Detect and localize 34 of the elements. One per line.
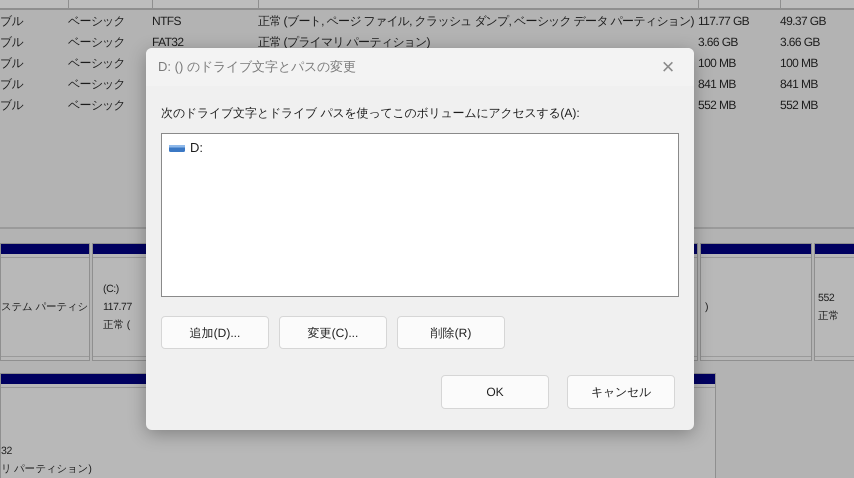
- table-cell: ベーシック: [68, 76, 126, 90]
- partition-text: (C:): [103, 282, 119, 297]
- partition-text: 117.77: [103, 300, 132, 315]
- partition-text: 552: [818, 291, 834, 306]
- table-cell: 正常 (ブート, ページ ファイル, クラッシュ ダンプ, ベーシック データ パーティション): [258, 14, 694, 28]
- table-cell: 552 MB: [780, 98, 818, 112]
- partition-text: 32: [1, 444, 12, 459]
- partition-text: 正常: [818, 309, 840, 324]
- table-cell: 100 MB: [698, 56, 736, 70]
- list-label: 次のドライブ文字とドライブ パスを使ってこのボリュームにアクセスする(A):: [161, 105, 581, 122]
- table-cell: 100 MB: [780, 56, 818, 70]
- table-cell: ベーシック: [68, 34, 126, 48]
- table-cell: NTFS: [152, 14, 181, 28]
- table-cell: 841 MB: [698, 76, 736, 90]
- partition-text: リ パーティション): [1, 462, 92, 477]
- partition-text: ): [705, 300, 708, 315]
- table-cell: ブル: [0, 34, 23, 48]
- table-cell: ブル: [0, 98, 23, 112]
- table-cell: 49.37 GB: [780, 14, 826, 28]
- table-cell: ブル: [0, 76, 23, 90]
- partition-text: 正常 (: [103, 318, 130, 333]
- table-cell: ベーシック: [68, 14, 126, 28]
- table-cell: ベーシック: [68, 98, 126, 112]
- table-cell: 3.66 GB: [698, 34, 738, 48]
- table-cell: ブル: [0, 56, 23, 70]
- window-title: D: () のドライブ文字とパスの変更: [158, 58, 356, 76]
- table-cell: ブル: [0, 14, 23, 28]
- table-cell: 552 MB: [698, 98, 736, 112]
- partition-text: ステム パーティシ: [1, 300, 88, 315]
- table-cell: ベーシック: [68, 56, 126, 70]
- table-cell: 841 MB: [780, 76, 818, 90]
- table-cell: FAT32: [152, 34, 184, 48]
- table-cell: 3.66 GB: [780, 34, 820, 48]
- table-cell: 117.77 GB: [698, 14, 750, 28]
